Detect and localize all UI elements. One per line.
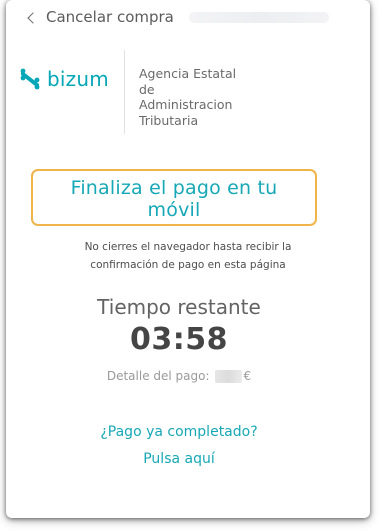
merchant-line: Agencia Estatal <box>139 66 237 81</box>
page-title-line: móvil <box>147 199 201 221</box>
payment-detail-label: Detalle del pago: <box>106 369 210 383</box>
checkout-window: Cancelar compra bizum Agencia Estatal de… <box>6 0 370 518</box>
merchant-line: de <box>139 81 155 97</box>
notice-line: No cierres el navegador hasta recibir la <box>84 241 292 253</box>
merchant-name: Agencia Estatal de Administracion Tribut… <box>139 66 269 128</box>
redacted-bar <box>189 12 329 23</box>
bizum-wordmark: bizum <box>47 67 109 91</box>
page-title-line: Finaliza el pago en tu <box>70 177 278 199</box>
cancel-purchase-link[interactable]: Cancelar compra <box>27 6 174 28</box>
countdown-timer: 03:58 <box>130 322 228 357</box>
merchant-line: Tributaria <box>139 112 199 128</box>
click-here-link[interactable]: Pulsa aquí <box>6 451 352 467</box>
notice-line: confirmación de pago en esta página <box>90 259 286 271</box>
currency-symbol: € <box>243 369 252 383</box>
top-bar: Cancelar compra <box>6 0 370 34</box>
time-remaining-label: Tiempo restante <box>97 295 261 319</box>
merchant-line: Administracion <box>139 97 233 112</box>
brand-header: bizum Agencia Estatal de Administracion … <box>6 50 370 136</box>
page-title: Finaliza el pago en tu móvil <box>33 177 315 221</box>
bizum-logo: bizum <box>20 66 109 91</box>
headline-highlight: Finaliza el pago en tu móvil <box>31 169 317 226</box>
redacted-amount <box>214 369 242 383</box>
cancel-purchase-label: Cancelar compra <box>46 8 174 26</box>
chevron-left-icon <box>27 11 39 24</box>
bizum-icon <box>20 68 40 89</box>
payment-completed-link[interactable]: ¿Pago ya completado? <box>6 424 352 440</box>
brand-divider <box>124 50 125 134</box>
payment-detail: Detalle del pago: € <box>6 369 352 383</box>
browser-notice: No cierres el navegador hasta recibir la… <box>26 238 350 274</box>
